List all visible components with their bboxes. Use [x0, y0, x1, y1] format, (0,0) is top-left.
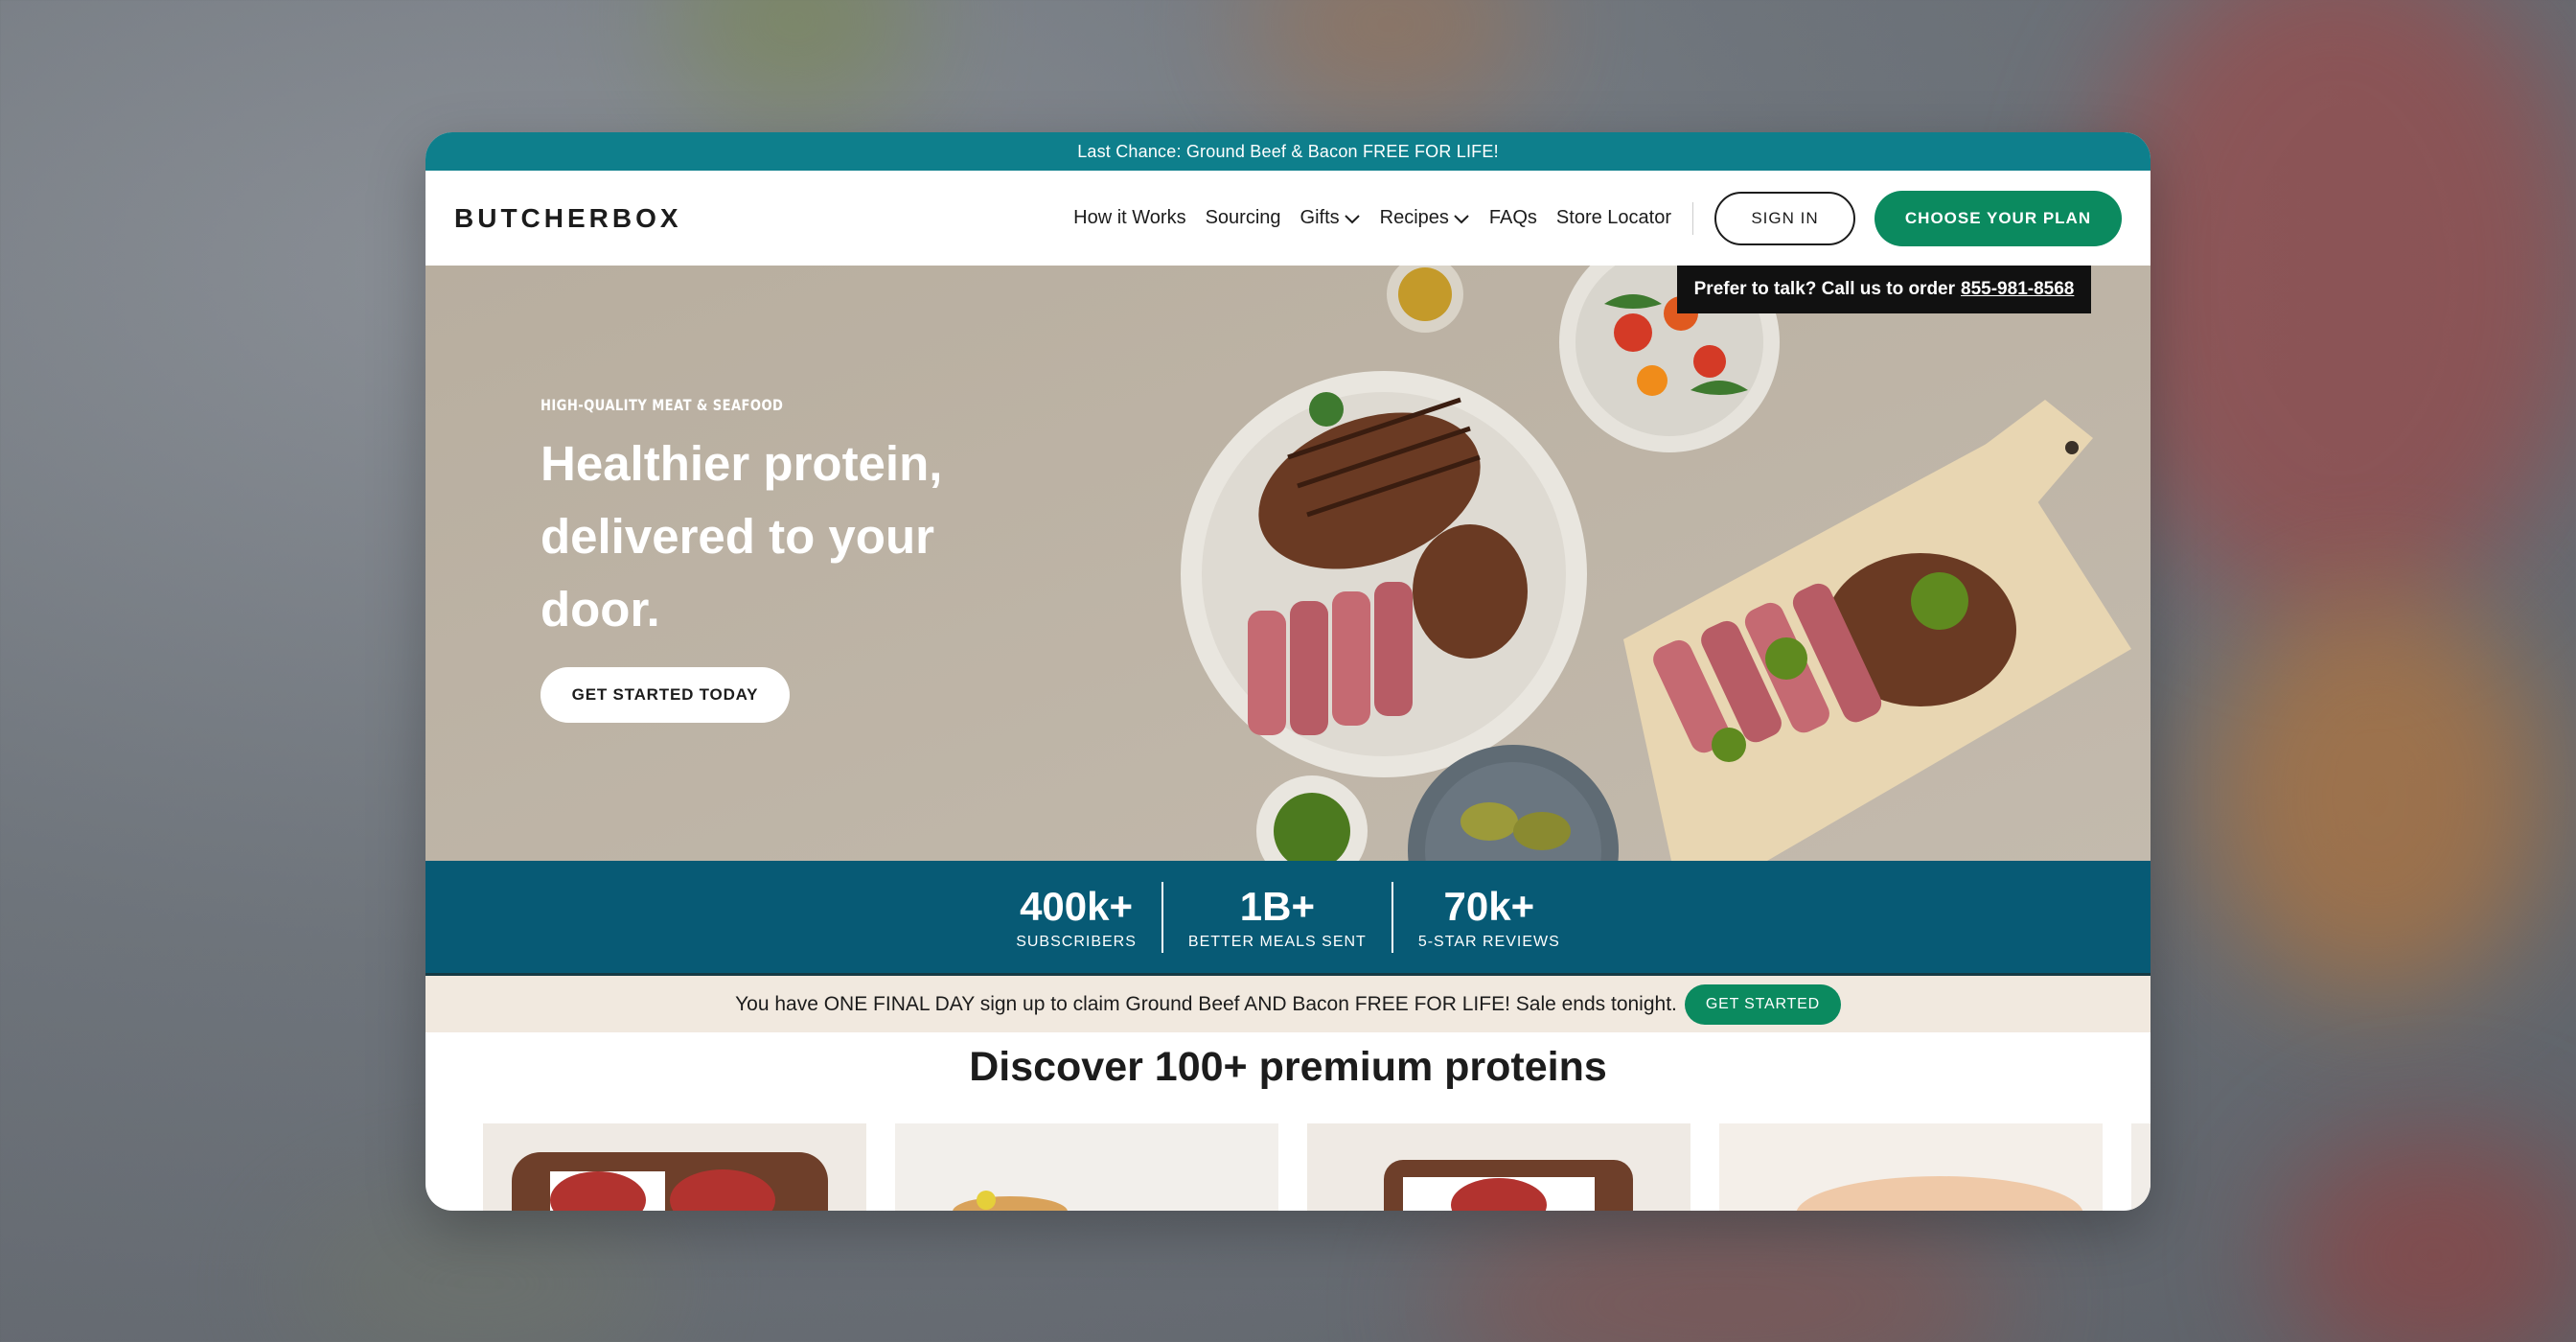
get-started-button[interactable]: GET STARTED [1684, 983, 1841, 1025]
stats-bar: 400k+ SUBSCRIBERS 1B+ BETTER MEALS SENT … [426, 861, 2150, 973]
sale-banner-text: You have ONE FINAL DAY sign up to claim … [735, 992, 1677, 1015]
hero-headline: Healthier protein, delivered to your doo… [540, 436, 943, 636]
nav-store-locator[interactable]: Store Locator [1556, 207, 1671, 229]
stat-value: 70k+ [1443, 883, 1535, 929]
product-image [483, 1123, 866, 1211]
butcherbox-logo[interactable]: BUTCHERBOX [454, 203, 682, 234]
hero-copy: HIGH-QUALITY MEAT & SEAFOOD Healthier pr… [540, 396, 1039, 723]
browser-window: Last Chance: Ground Beef & Bacon FREE FO… [426, 132, 2150, 1211]
main-nav: How it Works Sourcing Gifts Recipes FAQs… [1073, 201, 1695, 235]
hero-eyebrow: HIGH-QUALITY MEAT & SEAFOOD [540, 396, 784, 414]
stat-value: 400k+ [1020, 883, 1134, 929]
choose-your-plan-button[interactable]: CHOOSE YOUR PLAN [1874, 190, 2122, 246]
site-header: BUTCHERBOX How it Works Sourcing Gifts R… [426, 171, 2150, 266]
product-image [1307, 1123, 1690, 1211]
promo-banner[interactable]: Last Chance: Ground Beef & Bacon FREE FO… [426, 132, 2150, 171]
sale-banner: You have ONE FINAL DAY sign up to claim … [426, 973, 2150, 1032]
product-card[interactable] [483, 1123, 866, 1211]
nav-recipes[interactable]: Recipes [1380, 207, 1470, 229]
product-card[interactable] [895, 1123, 1278, 1211]
stat-label: SUBSCRIBERS [1016, 933, 1137, 950]
nav-how-it-works[interactable]: How it Works [1073, 207, 1185, 229]
product-carousel [426, 1123, 2150, 1211]
discover-heading: Discover 100+ premium proteins [969, 1044, 1607, 1090]
product-image [895, 1123, 1278, 1211]
nav-sourcing[interactable]: Sourcing [1206, 207, 1281, 229]
stat-value: 1B+ [1239, 883, 1315, 929]
phone-number-link[interactable]: 855-981-8568 [1961, 279, 2074, 300]
sign-in-button[interactable]: SIGN IN [1714, 191, 1855, 245]
product-card[interactable] [1719, 1123, 2103, 1211]
promo-banner-text: Last Chance: Ground Beef & Bacon FREE FO… [1077, 141, 1499, 161]
hero-section: Prefer to talk? Call us to order 855-981… [426, 266, 2150, 861]
get-started-today-button[interactable]: GET STARTED TODAY [540, 667, 790, 723]
product-card[interactable] [1307, 1123, 1690, 1211]
stat-meals: 1B+ BETTER MEALS SENT [1163, 884, 1392, 951]
call-to-order-bar: Prefer to talk? Call us to order 855-981… [1677, 266, 2091, 313]
product-card[interactable] [2131, 1123, 2150, 1211]
chevron-down-icon [1454, 214, 1469, 223]
nav-faqs[interactable]: FAQs [1489, 207, 1537, 229]
product-image [1719, 1123, 2103, 1211]
stat-label: 5-STAR REVIEWS [1417, 933, 1560, 950]
nav-divider [1692, 201, 1693, 235]
chevron-down-icon [1344, 214, 1360, 223]
stat-subscribers: 400k+ SUBSCRIBERS [991, 884, 1162, 951]
stat-reviews: 70k+ 5-STAR REVIEWS [1393, 884, 1585, 951]
nav-gifts[interactable]: Gifts [1300, 207, 1361, 229]
stat-label: BETTER MEALS SENT [1187, 933, 1367, 950]
